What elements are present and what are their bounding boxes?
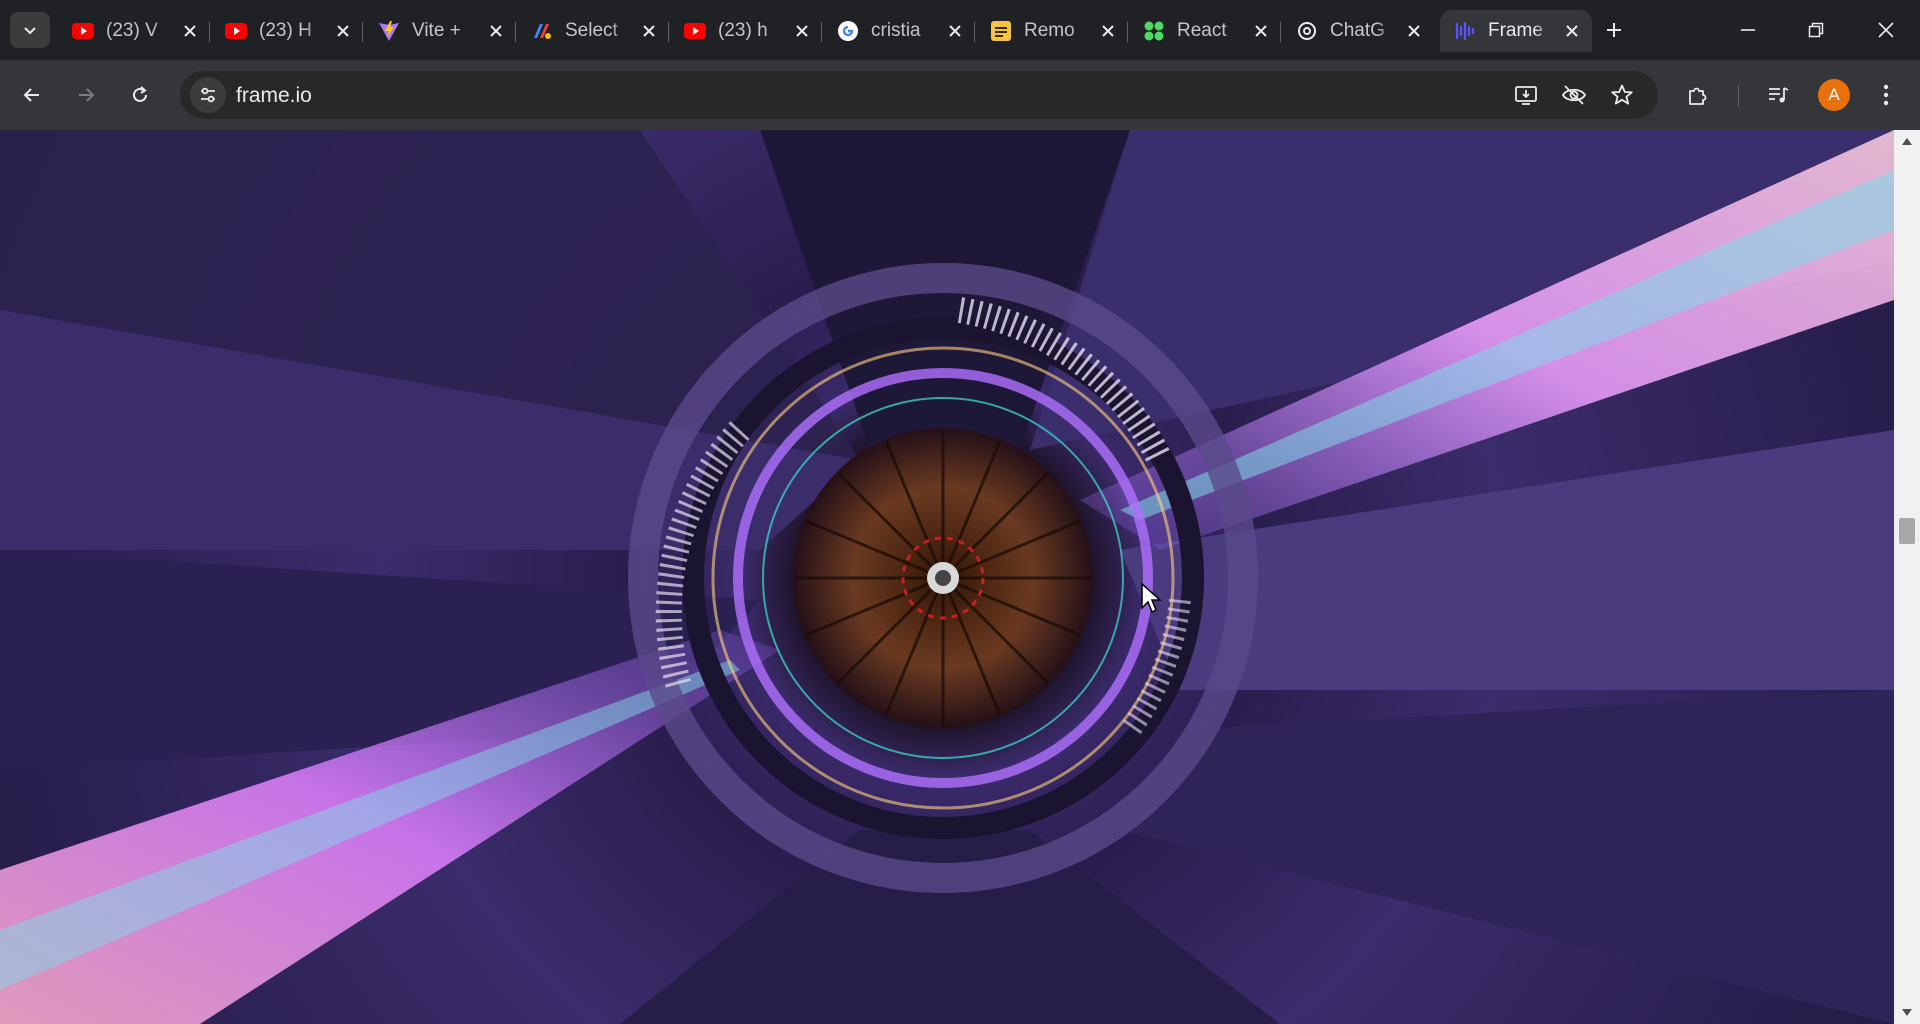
frameio-icon: [1454, 20, 1476, 42]
site-info-button[interactable]: [190, 77, 226, 113]
google-icon: [837, 20, 859, 42]
arrow-right-icon: [79, 88, 95, 102]
toolbar-divider: [1738, 85, 1739, 107]
youtube-icon: [684, 20, 706, 42]
tab-title: Frame: [1488, 20, 1543, 41]
close-icon[interactable]: [1402, 19, 1426, 43]
playlist-music-icon: [1769, 87, 1789, 103]
youtube-icon: [225, 20, 247, 42]
tab-react[interactable]: React: [1129, 10, 1281, 52]
close-icon[interactable]: [178, 19, 202, 43]
more-vertical-icon: [1883, 84, 1889, 106]
tab-title: (23) H: [259, 20, 312, 41]
new-tab-button[interactable]: [1598, 14, 1630, 46]
forward-button[interactable]: [66, 75, 106, 115]
close-icon[interactable]: [331, 19, 355, 43]
eye-off-icon: [1561, 85, 1587, 105]
close-icon[interactable]: [484, 19, 508, 43]
close-window-button[interactable]: [1862, 10, 1910, 50]
browser-toolbar: frame.io A: [0, 60, 1920, 130]
page-content: [0, 130, 1894, 1024]
tab-title: Select: [565, 20, 618, 41]
minimize-icon: [1741, 29, 1755, 31]
tab-google[interactable]: cristia: [823, 10, 975, 52]
tab-separator: [1280, 22, 1281, 42]
react-flow-icon: [1143, 20, 1165, 42]
profile-avatar[interactable]: A: [1818, 79, 1850, 111]
close-icon[interactable]: [637, 19, 661, 43]
restore-icon: [1808, 22, 1824, 38]
tab-separator: [821, 22, 822, 42]
install-icon: [1515, 86, 1537, 105]
close-icon[interactable]: [1096, 19, 1120, 43]
youtube-icon: [72, 20, 94, 42]
scroll-up-arrow[interactable]: [1894, 130, 1920, 152]
tab-separator: [668, 22, 669, 42]
plus-icon: [1607, 23, 1621, 37]
tab-youtube-1[interactable]: (23) V: [58, 10, 210, 52]
tab-chatgpt[interactable]: ChatG: [1282, 10, 1434, 52]
bookmark-button[interactable]: [1606, 79, 1638, 111]
tab-separator: [362, 22, 363, 42]
close-icon[interactable]: [790, 19, 814, 43]
url-text[interactable]: frame.io: [236, 84, 312, 108]
chatgpt-icon: [1296, 20, 1318, 42]
caret-down-icon: [1902, 1009, 1912, 1016]
chevron-down-icon: [24, 27, 36, 35]
tab-separator: [209, 22, 210, 42]
star-icon: [1611, 84, 1633, 105]
mouse-cursor-icon: [1141, 582, 1162, 614]
menu-button[interactable]: [1868, 77, 1904, 113]
arrow-left-icon: [23, 88, 39, 102]
tab-search-button[interactable]: [10, 12, 50, 48]
tab-frameio[interactable]: Frame: [1440, 10, 1592, 52]
tab-separator: [515, 22, 516, 42]
extensions-button[interactable]: [1680, 77, 1716, 113]
hero-tunnel-video[interactable]: [0, 130, 1894, 1024]
app-icon: [531, 20, 553, 42]
tab-title: (23) V: [106, 20, 158, 41]
tab-title: (23) h: [718, 20, 768, 41]
tab-select[interactable]: Select: [517, 10, 669, 52]
remotion-icon: [990, 20, 1012, 42]
tracking-protection-button[interactable]: [1558, 79, 1590, 111]
restore-button[interactable]: [1792, 10, 1840, 50]
scroll-down-arrow[interactable]: [1894, 1002, 1920, 1024]
tab-remotion[interactable]: Remo: [976, 10, 1128, 52]
tab-separator: [1127, 22, 1128, 42]
page-scrollbar[interactable]: [1894, 130, 1920, 1024]
tab-strip: (23) V (23) H Vite + Select (23) h crist…: [0, 0, 1920, 60]
tab-youtube-2[interactable]: (23) H: [211, 10, 363, 52]
address-bar[interactable]: frame.io: [180, 71, 1658, 119]
scroll-thumb[interactable]: [1899, 518, 1915, 544]
close-icon[interactable]: [1249, 19, 1273, 43]
caret-up-icon: [1902, 138, 1912, 145]
back-button[interactable]: [12, 75, 52, 115]
tab-title: cristia: [871, 20, 921, 41]
tab-vite[interactable]: Vite +: [364, 10, 516, 52]
tab-separator: [974, 22, 975, 42]
tab-title: Remo: [1024, 20, 1075, 41]
close-icon[interactable]: [943, 19, 967, 43]
tune-icon: [201, 87, 215, 103]
vite-icon: [378, 20, 400, 42]
tab-youtube-3[interactable]: (23) h: [670, 10, 822, 52]
puzzle-icon: [1689, 87, 1707, 105]
close-icon[interactable]: [1560, 19, 1584, 43]
reload-icon: [133, 86, 147, 102]
tab-title: ChatG: [1330, 20, 1385, 41]
tab-title: React: [1177, 20, 1227, 41]
tab-title: Vite +: [412, 20, 461, 41]
reload-button[interactable]: [120, 75, 160, 115]
close-icon: [1878, 22, 1894, 38]
media-controls-button[interactable]: [1760, 77, 1796, 113]
minimize-button[interactable]: [1724, 10, 1772, 50]
install-app-button[interactable]: [1510, 79, 1542, 111]
